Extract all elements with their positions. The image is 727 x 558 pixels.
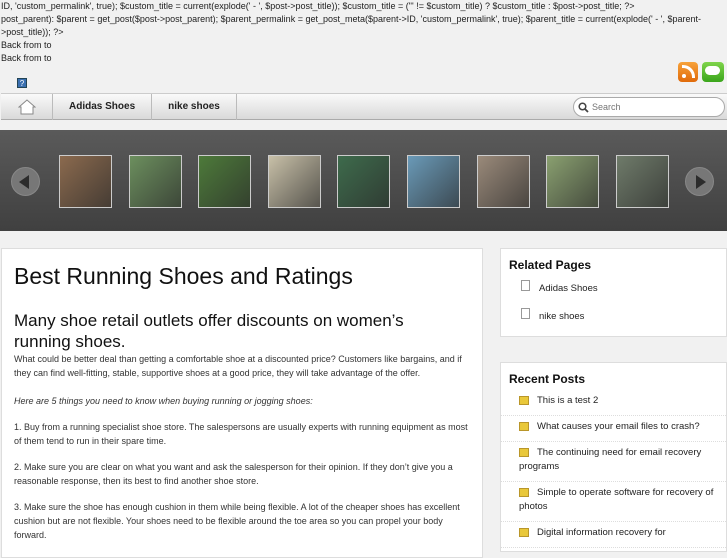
nav-item-adidas-shoes[interactable]: Adidas Shoes [53,93,153,120]
recent-post-link[interactable]: What causes your email files to crash? [537,421,700,432]
recent-post-item[interactable]: The continuing need for email recovery p… [501,442,726,482]
help-icon[interactable]: ? [17,78,27,88]
recent-post-link[interactable]: This is a test 2 [537,395,598,406]
recent-post-item[interactable]: Digital information recovery for [501,522,726,548]
article-title: Best Running Shoes and Ratings [14,263,353,289]
recent-posts-widget: Recent Posts This is a test 2 What cause… [500,362,727,552]
chat-icon[interactable] [702,62,724,82]
recent-posts-heading: Recent Posts [509,372,586,386]
nav-item-nike-shoes[interactable]: nike shoes [152,93,237,120]
folder-icon [519,395,529,405]
article-content: Best Running Shoes and Ratings Many shoe… [1,248,483,558]
gallery-thumbnail[interactable] [616,155,669,208]
gallery-thumbnail[interactable] [546,155,599,208]
article-paragraph: What could be better deal than getting a… [14,354,462,378]
gallery-next-button[interactable] [685,167,714,196]
related-pages-heading: Related Pages [509,258,592,272]
folder-icon [519,487,529,497]
recent-post-item[interactable]: What causes your email files to crash? [501,416,726,442]
related-pages-widget: Related Pages Adidas Shoes nike shoes [500,248,727,337]
gallery-thumbnail[interactable] [407,155,460,208]
php-debug-text: ID, 'custom_permalink', true); $custom_t… [0,0,727,65]
related-page-item[interactable]: nike shoes [501,304,726,332]
gallery-thumbnail[interactable] [337,155,390,208]
related-page-link[interactable]: nike shoes [539,311,584,322]
folder-icon [519,527,529,537]
photo-gallery [0,130,727,231]
home-button[interactable] [1,93,53,120]
search-box [573,97,725,117]
main-navbar: Adidas Shoes nike shoes [1,93,727,120]
related-page-link[interactable]: Adidas Shoes [539,283,598,294]
gallery-thumbnail[interactable] [268,155,321,208]
debug-line: ID, 'custom_permalink', true); $custom_t… [1,1,635,11]
folder-icon [519,447,529,457]
article-paragraph: 1. Buy from a running specialist shoe st… [14,422,468,446]
folder-icon [519,421,529,431]
gallery-prev-button[interactable] [11,167,40,196]
feed-icons [678,62,724,82]
article-paragraph: Here are 5 things you need to know when … [14,396,313,406]
page-icon [521,280,530,291]
recent-post-link[interactable]: Digital information recovery for [537,527,666,538]
search-icon [578,101,589,113]
gallery-thumbnail[interactable] [129,155,182,208]
article-paragraph: 3. Make sure the shoe has enough cushion… [14,502,460,540]
debug-line: Back from to [1,53,52,63]
recent-post-link[interactable]: Simple to operate software for recovery … [519,487,713,512]
recent-post-link[interactable]: The continuing need for email recovery p… [519,447,701,472]
recent-post-item[interactable]: This is a test 2 [501,390,726,416]
home-icon [17,98,36,114]
gallery-thumbnail[interactable] [198,155,251,208]
recent-post-item[interactable]: Simple to operate software for recovery … [501,482,726,522]
debug-line: post_parent): $parent = get_post($post->… [1,14,702,37]
gallery-thumbnail[interactable] [59,155,112,208]
article-paragraph: 2. Make sure you are clear on what you w… [14,462,453,486]
article-subtitle: Many shoe retail outlets offer discounts… [14,311,404,351]
related-page-item[interactable]: Adidas Shoes [501,276,726,304]
search-input[interactable] [592,102,712,112]
debug-line: Back from to [1,40,52,50]
rss-icon[interactable] [678,62,698,82]
gallery-thumbnail[interactable] [477,155,530,208]
page-icon [521,308,530,319]
